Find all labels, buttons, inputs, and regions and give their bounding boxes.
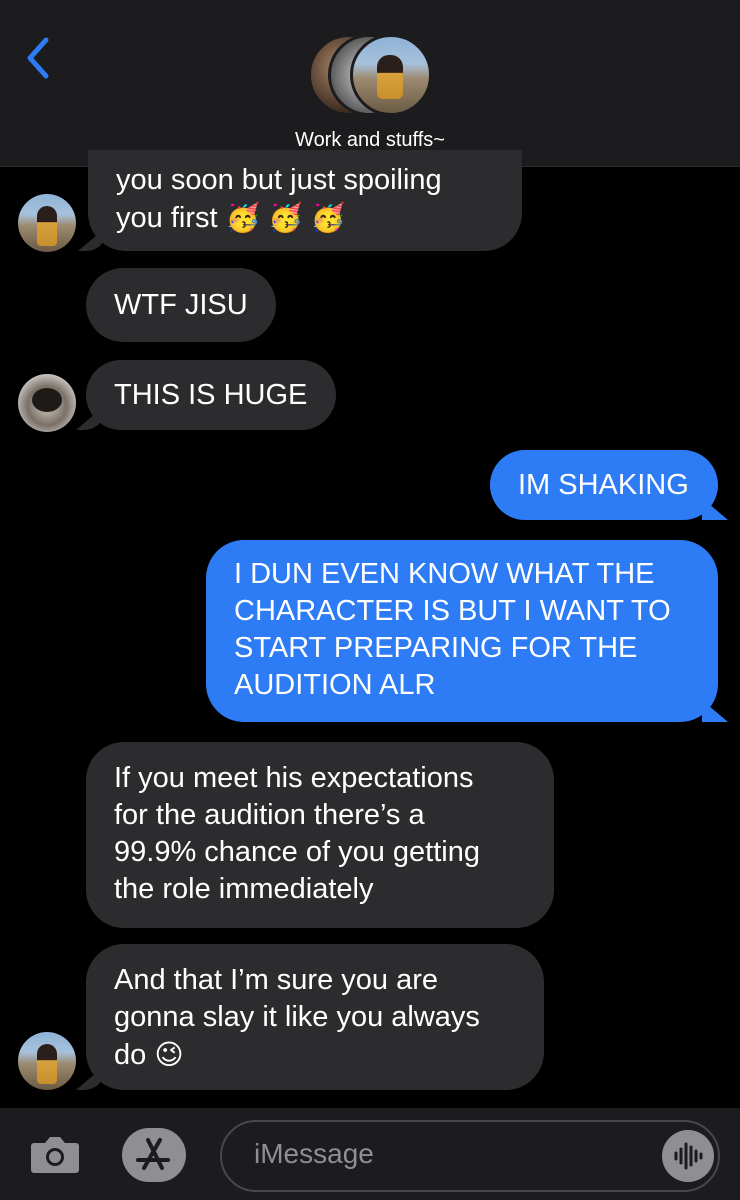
- back-chevron-icon[interactable]: [24, 36, 54, 80]
- message-text: AUDITION ALR: [234, 669, 436, 701]
- winking-face-emoji: 😉: [154, 1039, 184, 1070]
- message-text: I DUN EVEN KNOW WHAT THE: [234, 558, 655, 590]
- message-text: you first 🥳 🥳 🥳: [116, 202, 346, 234]
- message-text: 99.9% chance of you getting: [114, 836, 480, 868]
- message-text: you soon but just spoiling: [116, 164, 442, 196]
- avatar: [350, 34, 432, 116]
- message-bubble-outgoing[interactable]: IM SHAKING: [490, 450, 718, 520]
- message-text: the role immediately: [114, 873, 374, 905]
- message-text: START PREPARING FOR THE: [234, 632, 638, 664]
- audio-waveform-icon[interactable]: [662, 1130, 714, 1182]
- message-bubble-incoming[interactable]: THIS IS HUGE: [86, 360, 336, 430]
- message-bubble-incoming[interactable]: And that I’m sure you are gonna slay it …: [86, 944, 544, 1090]
- conversation-header: Work and stuffs~: [0, 0, 740, 167]
- message-text: THIS IS HUGE: [114, 379, 308, 411]
- message-bubble-incoming[interactable]: WTF JISU: [86, 268, 276, 342]
- message-text: If you meet his expectations: [114, 762, 474, 794]
- avatar: [18, 194, 76, 252]
- message-bubble-incoming[interactable]: you soon but just spoiling you first 🥳 🥳…: [88, 150, 522, 251]
- message-text: And that I’m sure you are: [114, 964, 438, 996]
- group-avatars[interactable]: [306, 32, 436, 118]
- conversation-title[interactable]: Work and stuffs~: [0, 129, 740, 152]
- camera-icon[interactable]: [30, 1133, 80, 1175]
- message-text: for the audition there’s a: [114, 799, 425, 831]
- avatar: [18, 1032, 76, 1090]
- message-text: CHARACTER IS BUT I WANT TO: [234, 595, 671, 627]
- avatar: [18, 374, 76, 432]
- message-input-placeholder: iMessage: [254, 1138, 374, 1169]
- message-text: WTF JISU: [114, 289, 248, 321]
- app-store-icon[interactable]: [122, 1128, 186, 1182]
- message-text: gonna slay it like you always: [114, 1001, 480, 1033]
- message-text: do 😉: [114, 1039, 184, 1071]
- message-text: IM SHAKING: [518, 469, 689, 501]
- partying-face-emoji: 🥳 🥳 🥳: [225, 202, 346, 233]
- message-bubble-incoming[interactable]: If you meet his expectations for the aud…: [86, 742, 554, 928]
- message-bubble-outgoing[interactable]: I DUN EVEN KNOW WHAT THE CHARACTER IS BU…: [206, 540, 718, 722]
